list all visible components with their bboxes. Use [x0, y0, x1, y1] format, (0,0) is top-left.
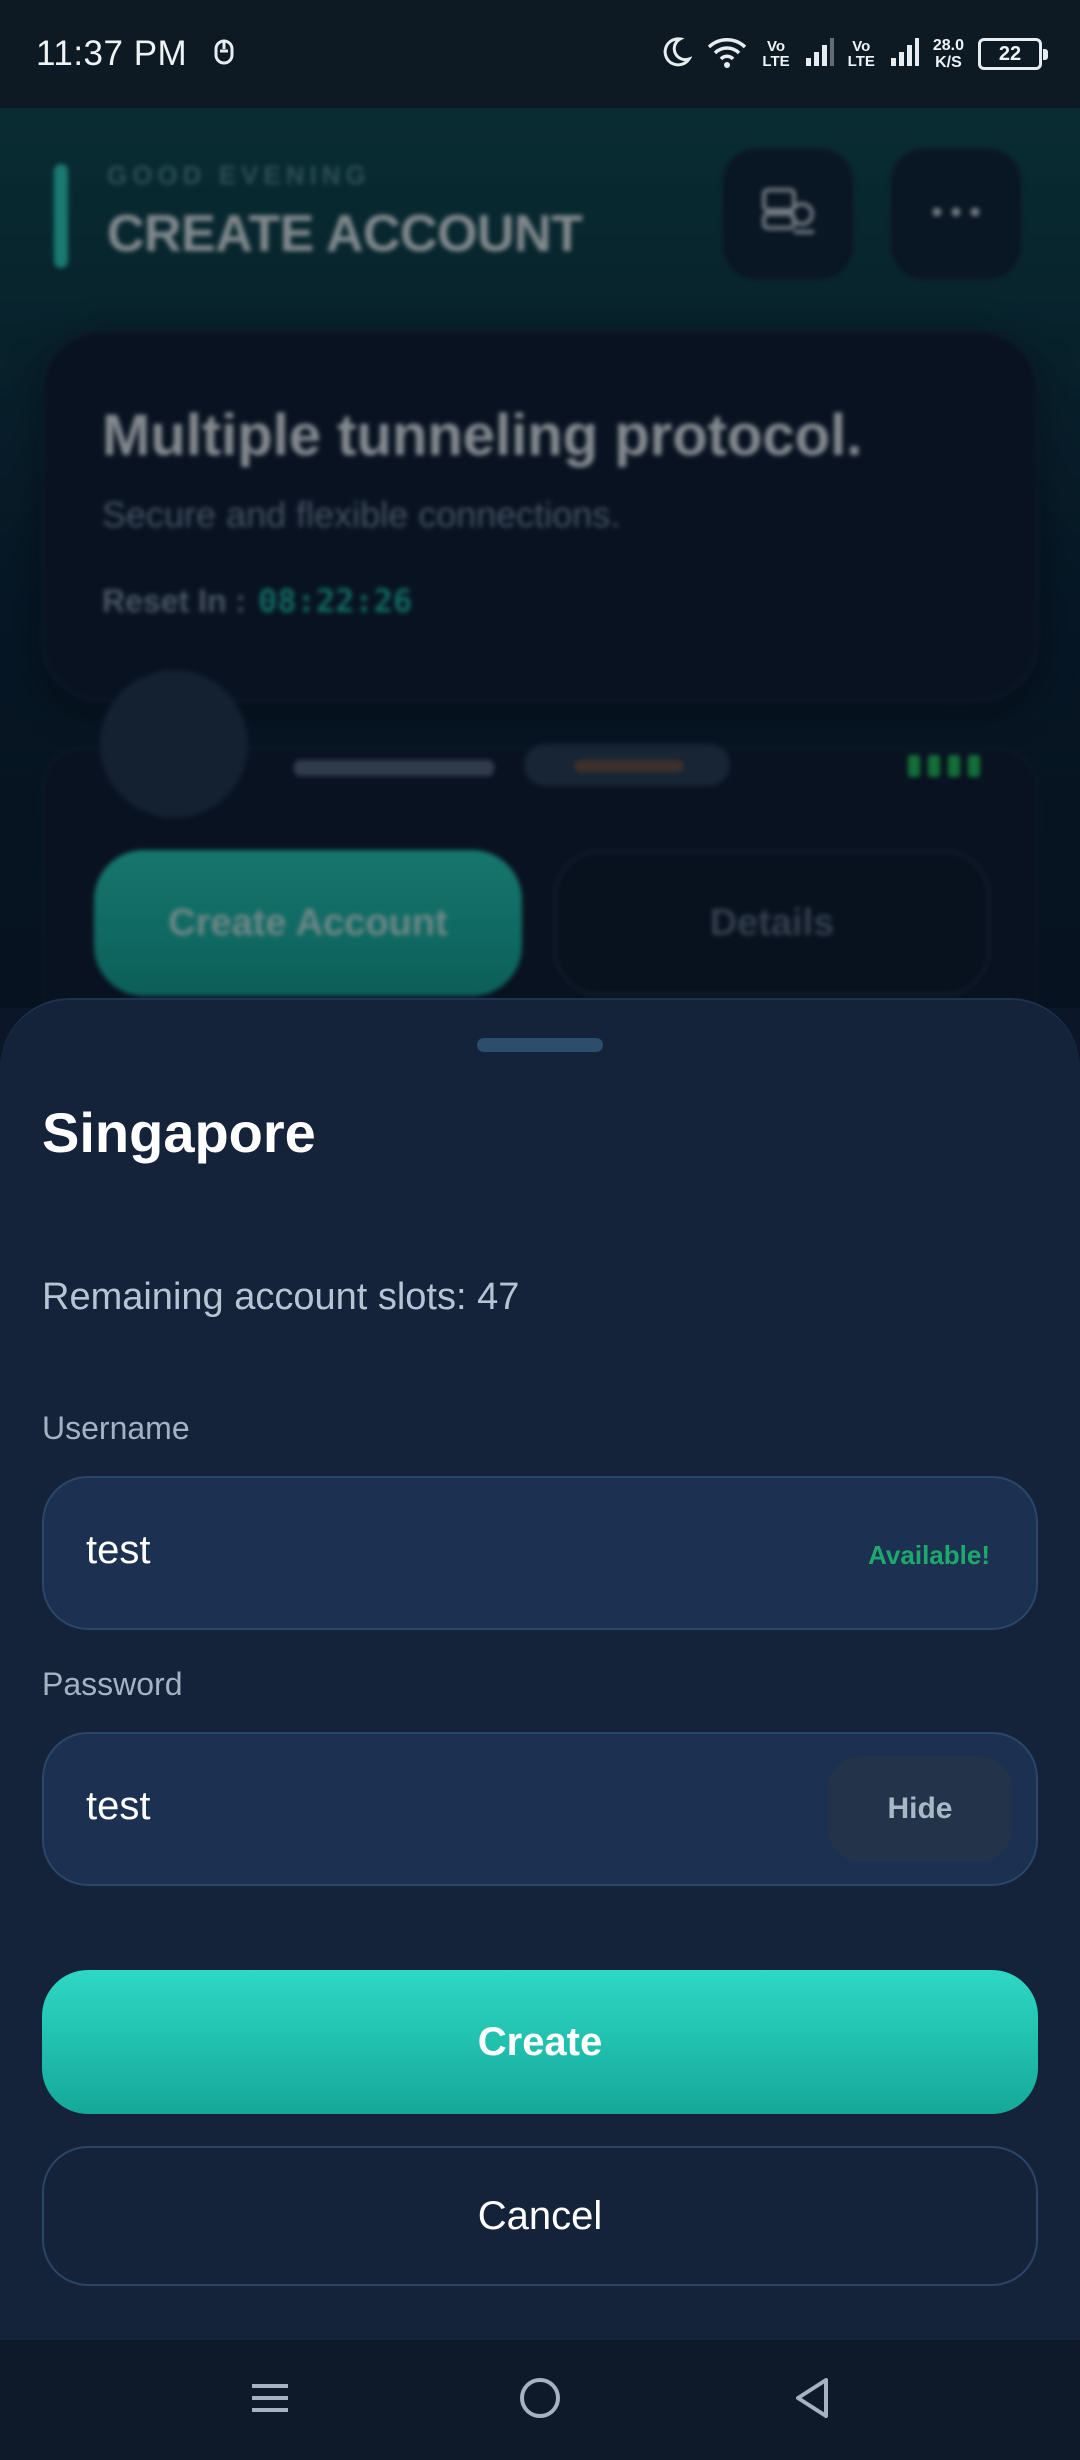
hide-password-button[interactable]: Hide — [828, 1756, 1012, 1862]
recents-button[interactable] — [240, 2370, 300, 2430]
signal-icon — [804, 36, 834, 73]
volte-label-2: Vo LTE — [847, 38, 875, 70]
net-speed-unit: K/S — [935, 54, 962, 71]
signal-icon — [889, 36, 919, 73]
create-account-sheet: Singapore Remaining account slots: 47 Us… — [0, 998, 1080, 2340]
sheet-title: Singapore — [42, 1101, 316, 1164]
create-button[interactable]: Create — [42, 1970, 1038, 2114]
net-speed-value: 28.0 — [932, 37, 964, 54]
net-speed: 28.0 K/S — [933, 37, 964, 71]
remaining-slots-text: Remaining account slots: 47 — [42, 1276, 520, 1318]
username-value: test — [86, 1528, 151, 1572]
screenshot-indicator-icon — [213, 37, 235, 72]
home-button[interactable] — [510, 2370, 570, 2430]
recents-icon — [250, 2378, 290, 2423]
wifi-icon — [706, 35, 748, 74]
background-app: GOOD EVENING CREATE ACCOUNT Multiple tun… — [0, 108, 1080, 1008]
status-time: 11:37 PM — [36, 34, 188, 73]
battery-icon: 22 — [978, 38, 1048, 70]
status-bar: 11:37 PM Vo LTE Vo LTE 28.0 K/S 22 — [0, 0, 1080, 108]
scrim-overlay[interactable] — [0, 108, 1080, 1008]
username-availability-status: Available! — [868, 1540, 990, 1570]
password-label: Password — [42, 1666, 183, 1702]
sheet-drag-handle[interactable] — [477, 1038, 603, 1052]
battery-level: 22 — [998, 42, 1022, 65]
password-value: test — [86, 1784, 151, 1828]
dnd-moon-icon — [658, 35, 694, 74]
username-field[interactable]: test Available! — [42, 1476, 1038, 1630]
home-icon — [518, 2376, 562, 2425]
password-field[interactable]: test Hide — [42, 1732, 1038, 1886]
username-label: Username — [42, 1410, 190, 1446]
cancel-button[interactable]: Cancel — [42, 2146, 1038, 2286]
back-icon — [792, 2376, 832, 2425]
volte-label-1: Vo LTE — [762, 38, 790, 70]
back-button[interactable] — [782, 2370, 842, 2430]
system-navigation-bar — [0, 2340, 1080, 2460]
